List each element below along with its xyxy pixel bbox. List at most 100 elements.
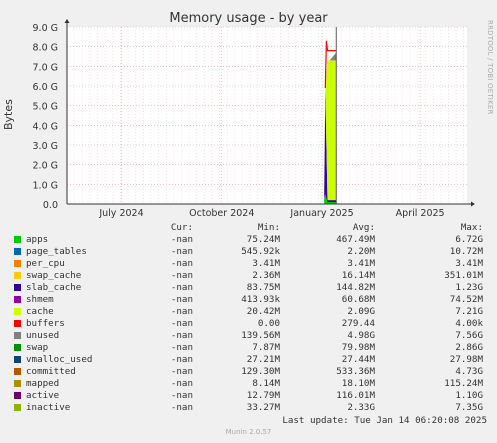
legend-swatch bbox=[14, 236, 21, 243]
y-tick-label: 5.0 G bbox=[33, 102, 59, 113]
legend-name: page_tables bbox=[26, 246, 87, 257]
y-tick-label: 1.0 G bbox=[33, 180, 59, 191]
legend-max: 7.21G bbox=[455, 306, 483, 317]
munin-version: Munin 2.0.57 bbox=[225, 428, 272, 436]
legend-row: per_cpu -nan 3.41M 3.41M 3.41M bbox=[14, 258, 490, 270]
legend-min: 12.79M bbox=[246, 390, 280, 401]
legend-row: committed -nan 129.30M 533.36M 4.73G bbox=[14, 366, 490, 378]
legend-avg: 16.14M bbox=[341, 270, 375, 281]
last-update: Last update: Tue Jan 14 06:20:08 2025 bbox=[282, 415, 487, 426]
y-tick-label: 2.0 G bbox=[33, 161, 59, 172]
y-tick-label: 8.0 G bbox=[33, 43, 59, 54]
legend-name: swap_cache bbox=[26, 270, 82, 281]
legend-name: slab_cache bbox=[26, 282, 82, 293]
legend-row: vmalloc_used -nan 27.21M 27.44M 27.98M bbox=[14, 354, 490, 366]
legend-max: 1.10G bbox=[455, 390, 483, 401]
legend-avg: 279.44 bbox=[341, 318, 375, 329]
legend-avg: 2.09G bbox=[347, 306, 375, 317]
legend-min: 2.36M bbox=[252, 270, 280, 281]
legend-avg: 533.36M bbox=[336, 366, 375, 377]
legend-cur: -nan bbox=[170, 402, 193, 413]
legend-row: active -nan 12.79M 116.01M 1.10G bbox=[14, 390, 490, 402]
y-tick-label: 6.0 G bbox=[33, 82, 59, 93]
legend-avg: 467.49M bbox=[336, 234, 375, 245]
legend-swatch bbox=[14, 392, 21, 399]
x-tick-label: January 2025 bbox=[289, 208, 353, 219]
legend-row: page_tables -nan 545.92k 2.20M 10.72M bbox=[14, 246, 490, 258]
x-tick-labels: July 2024 October 2024 January 2025 April 2… bbox=[98, 208, 444, 219]
legend-max: 7.56G bbox=[455, 330, 483, 341]
legend-name: active bbox=[26, 390, 60, 401]
legend-name: cache bbox=[26, 306, 54, 317]
plot-background bbox=[67, 27, 467, 204]
legend-swatch bbox=[14, 380, 21, 387]
legend-row: unused -nan 139.56M 4.98G 7.56G bbox=[14, 330, 490, 342]
legend-cur: -nan bbox=[170, 330, 193, 341]
legend-max: 1.23G bbox=[455, 282, 483, 293]
legend-swatch bbox=[14, 272, 21, 279]
legend-max: 6.72G bbox=[455, 234, 483, 245]
y-tick-labels: 0.0 1.0 G 2.0 G 3.0 G 4.0 G 5.0 G 6.0 G 7.0 G 8.… bbox=[33, 23, 59, 211]
legend-name: committed bbox=[26, 366, 76, 377]
legend-avg: 27.44M bbox=[341, 354, 375, 365]
legend-min: 7.87M bbox=[252, 342, 280, 353]
legend-cur: -nan bbox=[170, 282, 193, 293]
y-tick-label: 3.0 G bbox=[33, 141, 59, 152]
legend-row: shmem -nan 413.93k 60.68M 74.52M bbox=[14, 294, 490, 306]
legend-max: 7.35G bbox=[455, 402, 483, 413]
legend-min: 27.21M bbox=[246, 354, 280, 365]
legend-row: swap_cache -nan 2.36M 16.14M 351.01M bbox=[14, 270, 490, 282]
legend-min: 83.75M bbox=[246, 282, 280, 293]
legend-cur: -nan bbox=[170, 306, 193, 317]
legend-cur: -nan bbox=[170, 378, 193, 389]
legend-cur: -nan bbox=[170, 294, 193, 305]
legend-avg: 3.41M bbox=[347, 258, 375, 269]
legend-min: 75.24M bbox=[246, 234, 280, 245]
legend-cur: -nan bbox=[170, 366, 193, 377]
y-tick-label: 7.0 G bbox=[33, 62, 59, 73]
legend-swatch bbox=[14, 368, 21, 375]
legend-avg: 18.10M bbox=[341, 378, 375, 389]
plot-area: 0.0 1.0 G 2.0 G 3.0 G 4.0 G 5.0 G 6.0 G 7.0 G 8.… bbox=[33, 19, 475, 219]
legend-row: swap -nan 7.87M 79.98M 2.86G bbox=[14, 342, 490, 354]
legend-header: Cur: Min: Avg: Max: bbox=[14, 222, 490, 234]
y-tick-label: 0.0 bbox=[43, 200, 58, 211]
legend-name: apps bbox=[26, 234, 49, 245]
legend-swatch bbox=[14, 404, 21, 411]
legend-name: inactive bbox=[26, 402, 71, 413]
legend-table: Cur: Min: Avg: Max: apps -nan 75.24M 467.49… bbox=[14, 222, 490, 414]
y-tick-label: 4.0 G bbox=[33, 121, 59, 132]
legend-swatch bbox=[14, 260, 21, 267]
legend-max: 74.52M bbox=[449, 294, 483, 305]
legend-max: 27.98M bbox=[449, 354, 483, 365]
legend-avg: 2.33G bbox=[347, 402, 375, 413]
legend-cur: -nan bbox=[170, 234, 193, 245]
header-avg: Avg: bbox=[352, 222, 375, 233]
legend-max: 4.73G bbox=[455, 366, 483, 377]
header-max: Max: bbox=[460, 222, 483, 233]
legend-avg: 60.68M bbox=[341, 294, 375, 305]
legend-cur: -nan bbox=[170, 270, 193, 281]
legend-swatch bbox=[14, 248, 21, 255]
legend-max: 351.01M bbox=[444, 270, 483, 281]
legend-name: shmem bbox=[26, 294, 54, 305]
legend-swatch bbox=[14, 296, 21, 303]
legend-min: 20.42M bbox=[246, 306, 280, 317]
legend-row: inactive -nan 33.27M 2.33G 7.35G bbox=[14, 402, 490, 414]
legend-avg: 144.82M bbox=[336, 282, 375, 293]
legend-swatch bbox=[14, 308, 21, 315]
x-tick-label: July 2024 bbox=[98, 208, 143, 219]
x-axis-arrow bbox=[471, 201, 475, 207]
legend-name: swap bbox=[26, 342, 49, 353]
legend-max: 3.41M bbox=[455, 258, 483, 269]
legend-name: mapped bbox=[26, 378, 60, 389]
legend-name: buffers bbox=[26, 318, 65, 329]
legend-min: 413.93k bbox=[241, 294, 280, 305]
legend-row: mapped -nan 8.14M 18.10M 115.24M bbox=[14, 378, 490, 390]
legend-min: 3.41M bbox=[252, 258, 280, 269]
legend-min: 8.14M bbox=[252, 378, 280, 389]
legend-swatch bbox=[14, 284, 21, 291]
legend-name: unused bbox=[26, 330, 60, 341]
y-tick-label: 9.0 G bbox=[33, 23, 59, 34]
legend-min: 33.27M bbox=[246, 402, 280, 413]
